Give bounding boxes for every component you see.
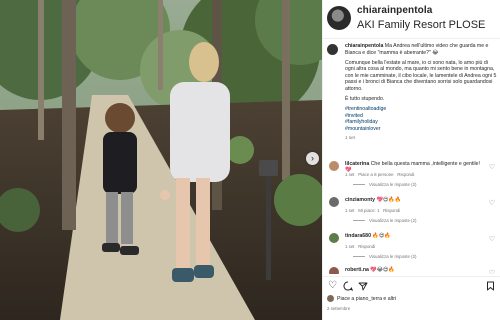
post-photo: ›: [0, 0, 322, 320]
hashtag-link[interactable]: #familyholiday: [345, 119, 498, 126]
post-caption: chiarainpentola Ma Andrea nell'ultimo vi…: [345, 43, 498, 141]
post-date: 2 settembre: [327, 306, 351, 311]
heart-icon[interactable]: ♡: [328, 281, 337, 291]
comment-like-icon[interactable]: ♡: [489, 163, 495, 171]
bookmark-icon[interactable]: [486, 281, 495, 294]
comment-meta: 1 set Mi piace: 1 Rispondi: [345, 208, 400, 213]
send-icon[interactable]: [358, 281, 368, 294]
comment-like-icon[interactable]: ♡: [489, 235, 495, 243]
comment-body: roberti.na 💖😂😍🔥: [345, 267, 485, 273]
chevron-right-icon: ›: [311, 153, 314, 163]
commenter-avatar[interactable]: [329, 161, 339, 171]
author-username[interactable]: chiarainpentola: [357, 5, 432, 16]
comment-item: tindara680 🔥😍🔥 1 set Rispondi Visualizza…: [323, 233, 500, 267]
caption-avatar[interactable]: [327, 44, 338, 55]
comment-meta: 1 set Piace a 8 persone Rispondi: [345, 172, 414, 177]
reply-button[interactable]: Rispondi: [383, 208, 400, 213]
hashtag-link[interactable]: #trentinoaltoadige: [345, 106, 498, 113]
comment-like-icon[interactable]: ♡: [489, 269, 495, 274]
likes-text[interactable]: Piace a piano_terra e altri: [337, 296, 396, 302]
comment-time: 1 set: [345, 208, 355, 213]
comment-like-icon[interactable]: ♡: [489, 199, 495, 207]
comment-likes[interactable]: Mi piace: 1: [358, 208, 379, 213]
comment-text: 💖😍🔥🔥: [376, 197, 402, 203]
comment-item: roberti.na 💖😂😍🔥 ♡: [323, 267, 500, 274]
commenter-username[interactable]: cinziamonty: [345, 197, 375, 203]
post-actions-bar: ♡: [323, 276, 500, 295]
post-side-panel: chiarainpentola AKI Family Resort PLOSE …: [322, 0, 500, 320]
caption-time: 1 set: [345, 134, 355, 140]
comment-item: cinziamonty 💖😍🔥🔥 1 set Mi piace: 1 Rispo…: [323, 197, 500, 231]
comment-body: tindara680 🔥😍🔥: [345, 233, 485, 239]
caption-username[interactable]: chiarainpentola: [345, 43, 383, 49]
commenter-avatar[interactable]: [329, 267, 339, 274]
caption-text-2: Comunque bella l'estate al mare, io ci s…: [345, 59, 497, 93]
commenter-username[interactable]: roberti.na: [345, 267, 369, 273]
commenter-avatar[interactable]: [329, 233, 339, 243]
author-avatar[interactable]: [327, 6, 351, 30]
view-replies-button[interactable]: Visualizza le risposte (2): [353, 182, 417, 187]
view-replies-button[interactable]: Visualizza le risposte (2): [353, 218, 417, 223]
post-header: chiarainpentola AKI Family Resort PLOSE: [323, 0, 500, 39]
reply-button[interactable]: Rispondi: [358, 244, 375, 249]
caption-text-3: È tutto stupendo.: [345, 96, 385, 103]
comment-text: 💖😂😍🔥: [370, 267, 395, 273]
view-replies-button[interactable]: Visualizza le risposte (2): [353, 254, 417, 259]
comment-body: cinziamonty 💖😍🔥🔥: [345, 197, 485, 203]
likes-summary[interactable]: Piace a piano_terra e altri: [327, 295, 396, 302]
commenter-username[interactable]: tindara680: [345, 233, 371, 239]
comments-list[interactable]: chiarainpentola Ma Andrea nell'ultimo vi…: [323, 39, 500, 274]
comment-time: 1 set: [345, 244, 355, 249]
comment-meta: 1 set Rispondi: [345, 244, 375, 249]
hashtag-link[interactable]: #invited: [345, 113, 498, 120]
next-photo-button[interactable]: ›: [306, 152, 319, 165]
liker-avatar: [327, 295, 334, 302]
post-location[interactable]: AKI Family Resort PLOSE: [357, 19, 485, 31]
commenter-avatar[interactable]: [329, 197, 339, 207]
hashtag-link[interactable]: #mountainlover: [345, 126, 498, 133]
comment-item: lilcaterina Che bella questa mamma ,inte…: [323, 161, 500, 195]
reply-button[interactable]: Rispondi: [397, 172, 414, 177]
comment-time: 1 set: [345, 172, 355, 177]
comment-text: 🔥😍🔥: [372, 233, 391, 239]
comment-icon[interactable]: [343, 281, 354, 294]
comment-likes[interactable]: Piace a 8 persone: [358, 172, 393, 177]
photo-scene: [0, 0, 322, 320]
